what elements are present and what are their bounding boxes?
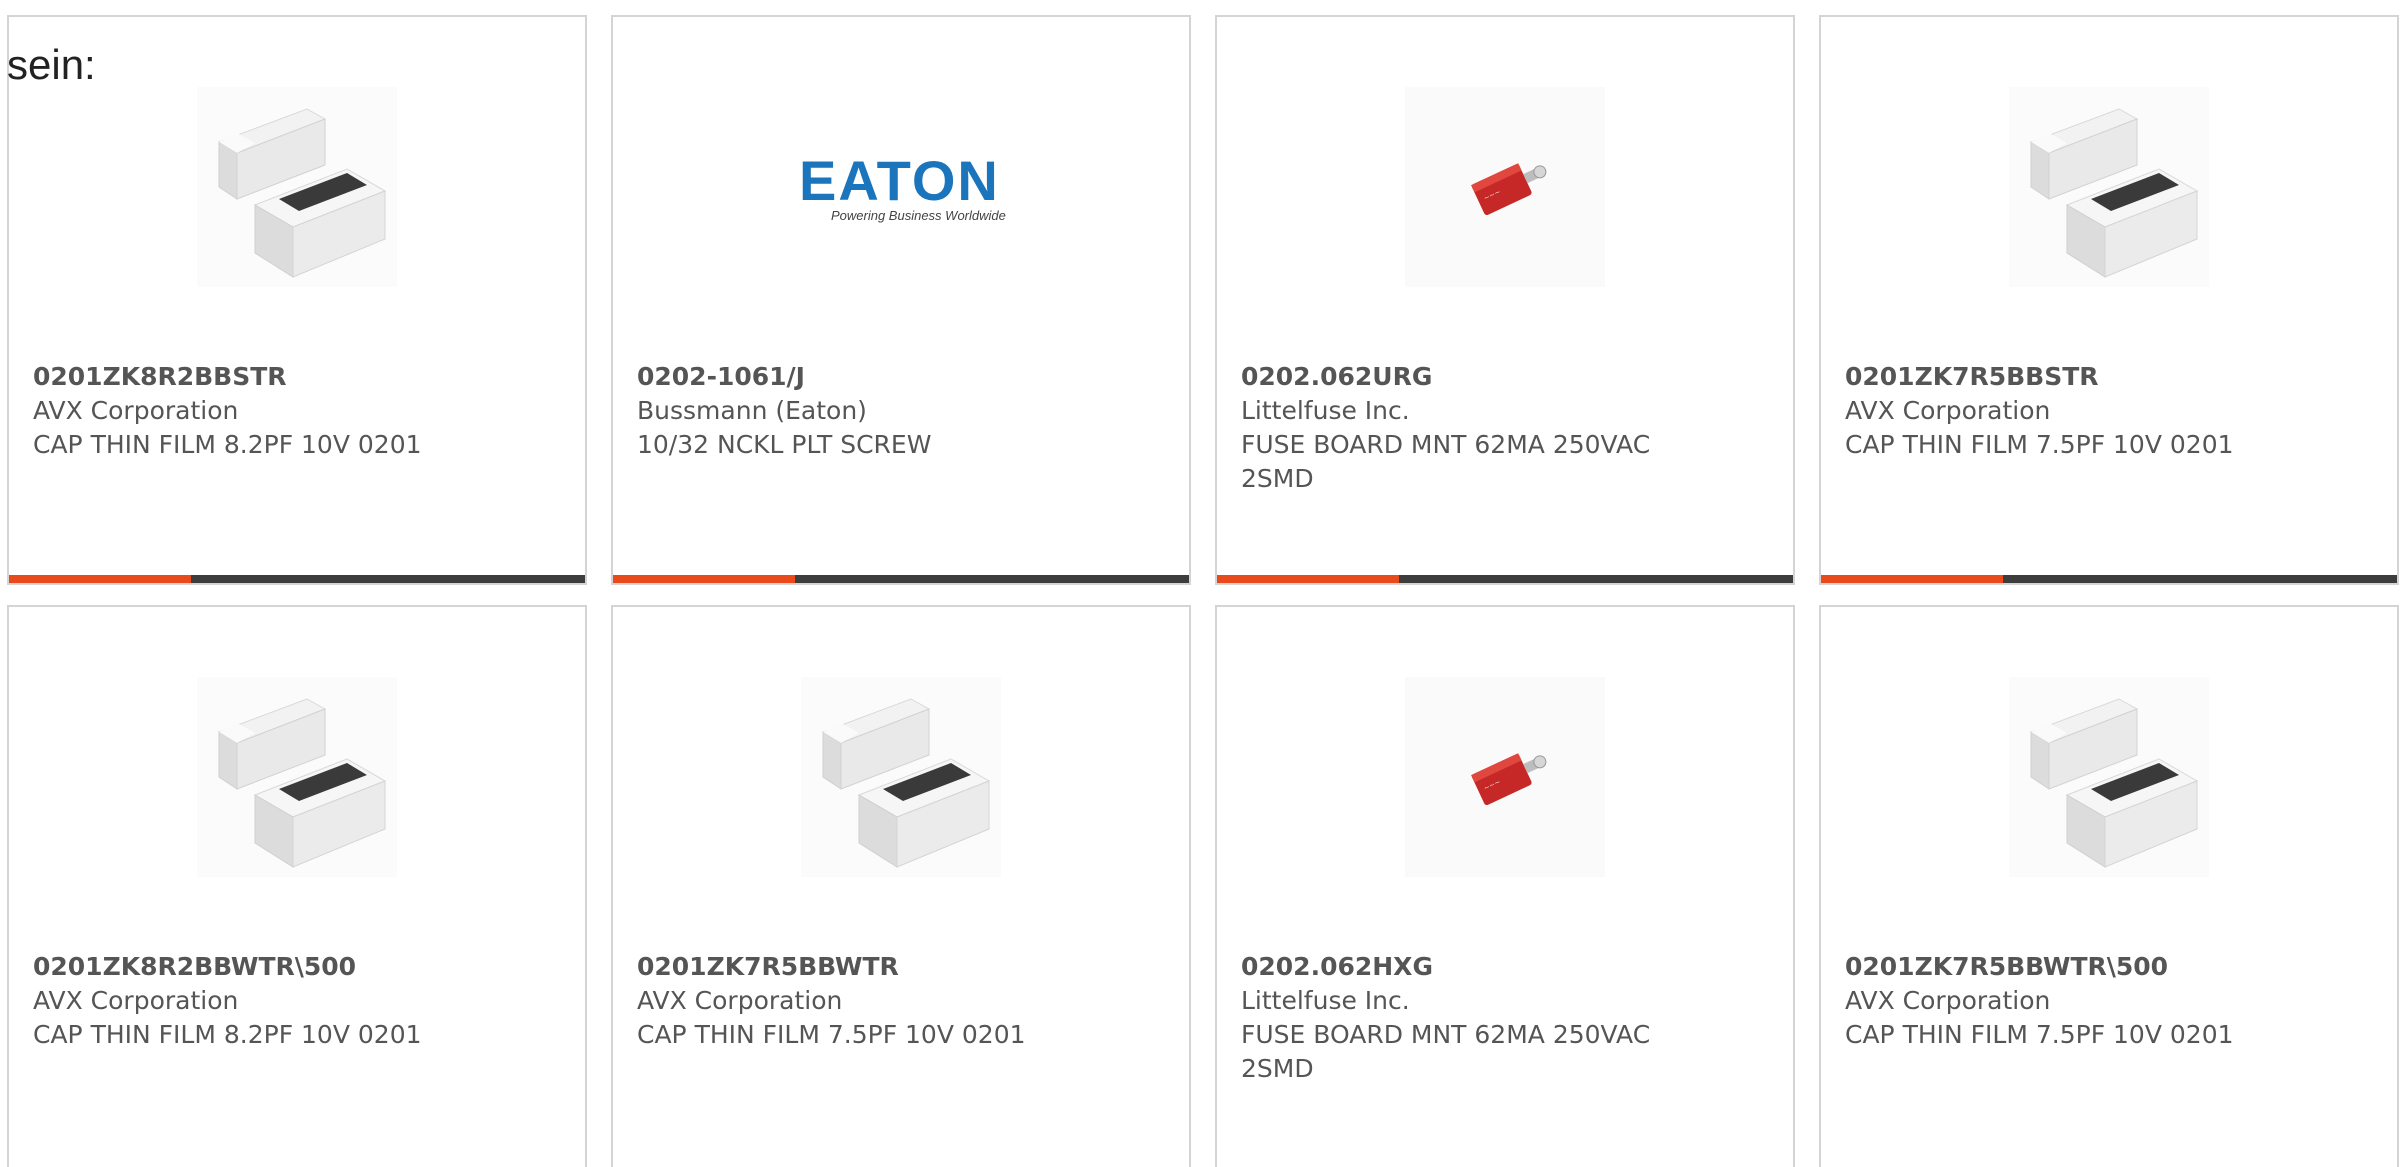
product-info: 0202.062URG Littelfuse Inc. FUSE BOARD M…	[1241, 360, 1773, 496]
product-image[interactable]: EATON Powering Business Worldwide	[791, 87, 1011, 287]
capacitor-chip-icon	[197, 677, 397, 877]
manufacturer: Bussmann (Eaton)	[637, 396, 867, 425]
product-image[interactable]	[2009, 87, 2209, 287]
part-number[interactable]: 0201ZK8R2BBWTR\500	[33, 950, 565, 984]
product-card[interactable]: ~~~ 0202.062URG Littelfuse Inc. FUSE BOA…	[1215, 15, 1795, 585]
product-card[interactable]: EATON Powering Business Worldwide 0202-1…	[611, 15, 1191, 585]
capacitor-chip-icon	[2009, 87, 2209, 287]
svg-text:EATON: EATON	[799, 149, 1000, 212]
product-info: 0201ZK7R5BBWTR AVX Corporation CAP THIN …	[637, 950, 1169, 1052]
product-card[interactable]: 0201ZK8R2BBWTR\500 AVX Corporation CAP T…	[7, 605, 587, 1167]
card-accent-bar-fill	[9, 575, 191, 583]
product-grid: 0201ZK8R2BBSTR AVX Corporation CAP THIN …	[7, 15, 2399, 1167]
product-image[interactable]: ~~~	[1405, 87, 1605, 287]
description: FUSE BOARD MNT 62MA 250VAC 2SMD	[1241, 430, 1651, 493]
product-info: 0201ZK8R2BBSTR AVX Corporation CAP THIN …	[33, 360, 565, 462]
fuse-icon: ~~~	[1405, 87, 1605, 287]
card-accent-bar-fill	[1217, 575, 1399, 583]
product-info: 0201ZK7R5BBWTR\500 AVX Corporation CAP T…	[1845, 950, 2377, 1052]
part-number[interactable]: 0201ZK7R5BBSTR	[1845, 360, 2377, 394]
card-accent-bar	[1217, 575, 1793, 583]
description: CAP THIN FILM 7.5PF 10V 0201	[637, 1020, 1026, 1049]
part-number[interactable]: 0201ZK7R5BBWTR	[637, 950, 1169, 984]
description: CAP THIN FILM 7.5PF 10V 0201	[1845, 1020, 2234, 1049]
manufacturer: AVX Corporation	[33, 396, 239, 425]
manufacturer: AVX Corporation	[33, 986, 239, 1015]
product-info: 0202-1061/J Bussmann (Eaton) 10/32 NCKL …	[637, 360, 1169, 462]
part-number[interactable]: 0202-1061/J	[637, 360, 1169, 394]
card-accent-bar-fill	[613, 575, 795, 583]
svg-text:Powering Business Worldwide: Powering Business Worldwide	[831, 208, 1006, 223]
fuse-icon: ~~~	[1405, 677, 1605, 877]
description: 10/32 NCKL PLT SCREW	[637, 430, 932, 459]
capacitor-chip-icon	[197, 87, 397, 287]
capacitor-chip-icon	[801, 677, 1001, 877]
product-image[interactable]	[197, 677, 397, 877]
product-card[interactable]: 0201ZK8R2BBSTR AVX Corporation CAP THIN …	[7, 15, 587, 585]
product-card[interactable]: ~~~ 0202.062HXG Littelfuse Inc. FUSE BOA…	[1215, 605, 1795, 1167]
product-image[interactable]	[801, 677, 1001, 877]
description: CAP THIN FILM 8.2PF 10V 0201	[33, 430, 422, 459]
product-card[interactable]: 0201ZK7R5BBSTR AVX Corporation CAP THIN …	[1819, 15, 2399, 585]
description: FUSE BOARD MNT 62MA 250VAC 2SMD	[1241, 1020, 1651, 1083]
product-info: 0201ZK8R2BBWTR\500 AVX Corporation CAP T…	[33, 950, 565, 1052]
part-number[interactable]: 0202.062URG	[1241, 360, 1773, 394]
product-card[interactable]: 0201ZK7R5BBWTR\500 AVX Corporation CAP T…	[1819, 605, 2399, 1167]
description: CAP THIN FILM 7.5PF 10V 0201	[1845, 430, 2234, 459]
eaton-logo: EATON Powering Business Worldwide	[799, 149, 1006, 223]
part-number[interactable]: 0201ZK7R5BBWTR\500	[1845, 950, 2377, 984]
manufacturer: Littelfuse Inc.	[1241, 396, 1410, 425]
product-info: 0201ZK7R5BBSTR AVX Corporation CAP THIN …	[1845, 360, 2377, 462]
product-image[interactable]	[197, 87, 397, 287]
page: sein: 0201ZK8R2BBSTR AVX Corporation CAP…	[0, 0, 2400, 1167]
product-image[interactable]	[2009, 677, 2209, 877]
card-accent-bar	[613, 575, 1189, 583]
part-number[interactable]: 0202.062HXG	[1241, 950, 1773, 984]
card-accent-bar-fill	[1821, 575, 2003, 583]
description: CAP THIN FILM 8.2PF 10V 0201	[33, 1020, 422, 1049]
product-info: 0202.062HXG Littelfuse Inc. FUSE BOARD M…	[1241, 950, 1773, 1086]
card-accent-bar	[9, 575, 585, 583]
capacitor-chip-icon	[2009, 677, 2209, 877]
manufacturer: Littelfuse Inc.	[1241, 986, 1410, 1015]
product-image[interactable]: ~~~	[1405, 677, 1605, 877]
manufacturer: AVX Corporation	[1845, 396, 2051, 425]
product-card[interactable]: 0201ZK7R5BBWTR AVX Corporation CAP THIN …	[611, 605, 1191, 1167]
manufacturer: AVX Corporation	[1845, 986, 2051, 1015]
part-number[interactable]: 0201ZK8R2BBSTR	[33, 360, 565, 394]
manufacturer: AVX Corporation	[637, 986, 843, 1015]
intro-text: sein:	[7, 41, 96, 88]
card-accent-bar	[1821, 575, 2397, 583]
